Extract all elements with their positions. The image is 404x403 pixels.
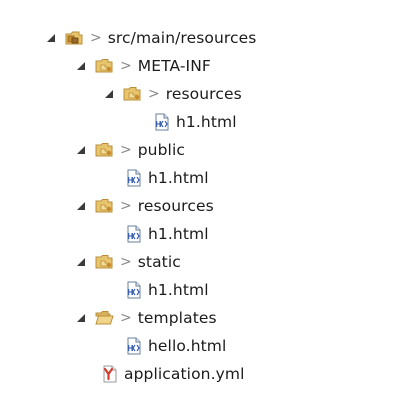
package-folder-icon <box>64 28 84 48</box>
html-file-icon: H <box>124 280 144 300</box>
tree-node-label: src/main/resources <box>107 29 257 47</box>
tree-node-meta-inf[interactable]: > META-INF <box>74 54 211 78</box>
tree-node-label: hello.html <box>148 337 227 355</box>
tree-node-public[interactable]: > public <box>74 138 185 162</box>
tree-node-resources[interactable]: > resources <box>74 194 214 218</box>
folder-icon <box>94 140 114 160</box>
tree-node-label: h1.html <box>148 225 209 243</box>
expanded-chevron-icon[interactable] <box>74 143 88 157</box>
decoration-marker: > <box>90 30 102 46</box>
decoration-marker: > <box>120 310 132 326</box>
tree-node-label: public <box>137 141 185 159</box>
tree-node-label: application.yml <box>124 365 245 383</box>
folder-open-icon <box>94 308 114 328</box>
project-explorer-tree: > src/main/resources > META-INF > resour… <box>0 0 404 403</box>
tree-node-label: static <box>137 253 181 271</box>
tree-node-static-h1[interactable]: H h1.html <box>124 278 209 302</box>
tree-node-templates-hello[interactable]: H hello.html <box>124 334 226 358</box>
html-file-icon: H <box>152 112 172 132</box>
yaml-file-icon <box>100 364 120 384</box>
tree-node-meta-inf-resources[interactable]: > resources <box>102 82 242 106</box>
decoration-marker: > <box>120 58 132 74</box>
tree-node-meta-inf-resources-h1[interactable]: H h1.html <box>152 110 237 134</box>
decoration-marker: > <box>148 86 160 102</box>
tree-node-label: h1.html <box>148 281 209 299</box>
folder-icon <box>122 84 142 104</box>
tree-node-application-yml[interactable]: application.yml <box>100 362 245 386</box>
folder-icon <box>94 252 114 272</box>
tree-node-src-main-resources[interactable]: > src/main/resources <box>44 26 256 50</box>
tree-node-resources-h1[interactable]: H h1.html <box>124 222 209 246</box>
expanded-chevron-icon[interactable] <box>102 87 116 101</box>
expanded-chevron-icon[interactable] <box>74 255 88 269</box>
tree-node-label: META-INF <box>137 57 211 75</box>
html-file-icon: H <box>124 168 144 188</box>
tree-node-label: h1.html <box>176 113 237 131</box>
decoration-marker: > <box>120 254 132 270</box>
tree-node-label: templates <box>137 309 217 327</box>
tree-node-templates[interactable]: > templates <box>74 306 217 330</box>
folder-icon <box>94 196 114 216</box>
tree-node-label: resources <box>137 197 214 215</box>
tree-node-public-h1[interactable]: H h1.html <box>124 166 209 190</box>
tree-node-label: h1.html <box>148 169 209 187</box>
tree-node-label: resources <box>165 85 242 103</box>
expanded-chevron-icon[interactable] <box>44 31 58 45</box>
folder-icon <box>94 56 114 76</box>
decoration-marker: > <box>120 198 132 214</box>
decoration-marker: > <box>120 142 132 158</box>
expanded-chevron-icon[interactable] <box>74 311 88 325</box>
html-file-icon: H <box>124 224 144 244</box>
expanded-chevron-icon[interactable] <box>74 59 88 73</box>
expanded-chevron-icon[interactable] <box>74 199 88 213</box>
tree-node-static[interactable]: > static <box>74 250 181 274</box>
html-file-icon: H <box>124 336 144 356</box>
